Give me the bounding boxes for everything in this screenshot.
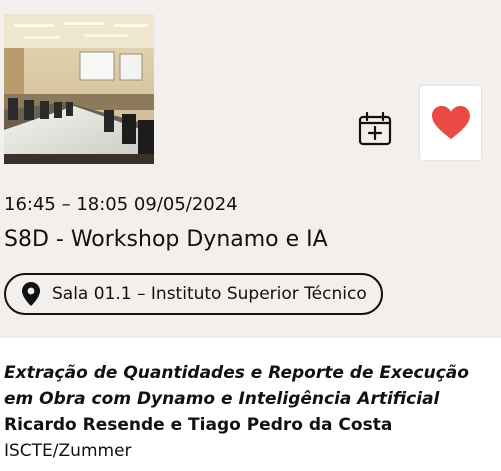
- talk-details: Extração de Quantidades e Reporte de Exe…: [4, 360, 494, 464]
- location-pin-icon: [22, 282, 40, 306]
- location-label: Sala 01.1 – Instituto Superior Técnico: [52, 284, 367, 304]
- favorite-button[interactable]: [420, 86, 481, 160]
- session-header: 16:45 – 18:05 09/05/2024 S8D - Workshop …: [0, 0, 501, 338]
- location-chip[interactable]: Sala 01.1 – Instituto Superior Técnico: [4, 273, 383, 315]
- add-to-calendar-button[interactable]: [355, 109, 395, 149]
- talk-title: Extração de Quantidades e Reporte de Exe…: [4, 363, 469, 409]
- session-time: 16:45 – 18:05 09/05/2024: [4, 194, 238, 215]
- conference-room-photo: [4, 14, 154, 164]
- session-title: S8D - Workshop Dynamo e IA: [4, 227, 328, 252]
- calendar-add-icon: [358, 111, 392, 146]
- talk-affiliation: ISCTE/Zummer: [4, 441, 132, 461]
- session-image: [4, 14, 154, 164]
- heart-icon: [431, 106, 470, 139]
- talk-authors: Ricardo Resende e Tiago Pedro da Costa: [4, 415, 393, 435]
